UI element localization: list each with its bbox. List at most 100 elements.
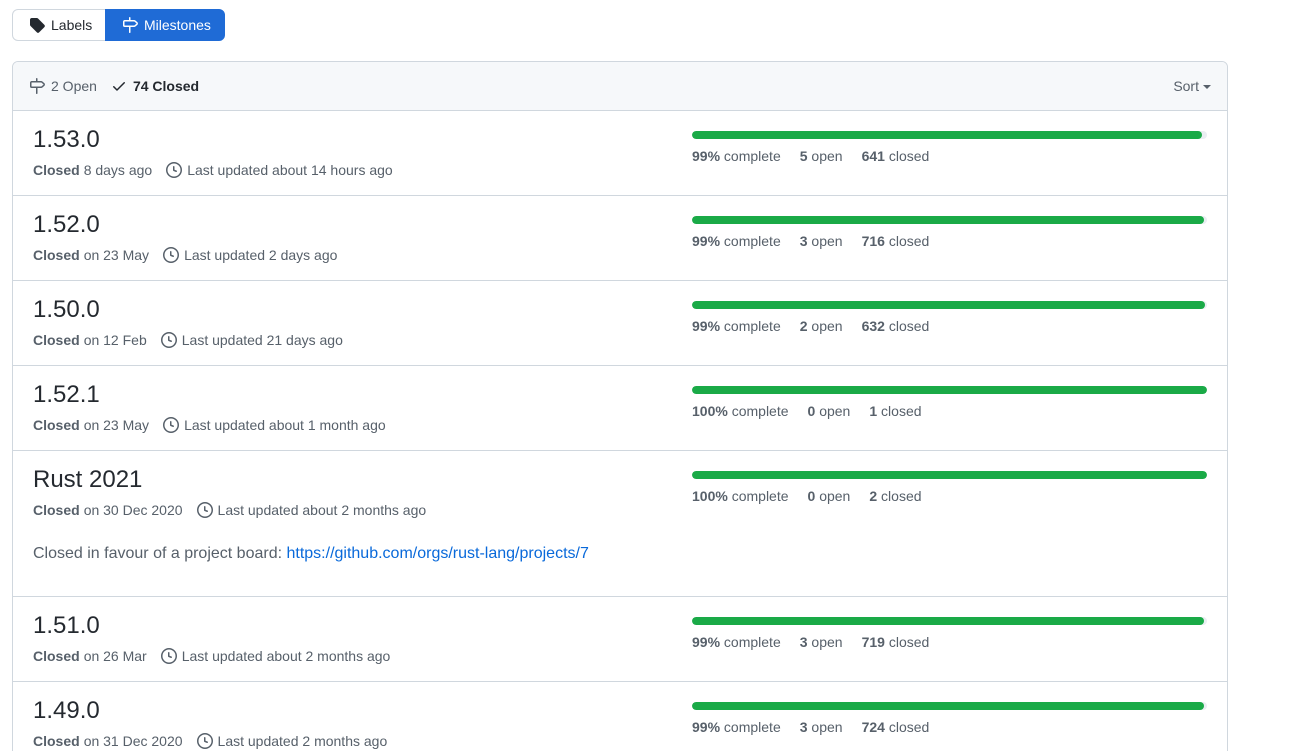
open-count: 3 — [799, 233, 808, 249]
percent-complete: 99% complete — [692, 148, 781, 164]
milestone-progress: 100% complete 0 open 1 closed — [692, 386, 1207, 419]
percent-value: 99% — [692, 148, 721, 164]
last-updated: Last updated 21 days ago — [160, 331, 343, 349]
last-updated-text: Last updated about 2 months ago — [181, 648, 391, 664]
progress-bar — [692, 131, 1207, 139]
check-icon — [112, 82, 125, 91]
open-issues-link[interactable]: 3 open — [800, 634, 843, 650]
milestone-meta: Closed on 26 Mar Last updated about 2 mo… — [33, 647, 390, 665]
last-updated-text: Last updated 21 days ago — [181, 332, 343, 348]
closed-issues-link[interactable]: 724 closed — [862, 719, 930, 735]
open-filter-link[interactable]: 2 Open — [29, 78, 97, 94]
milestones-tab[interactable]: Milestones — [105, 9, 225, 41]
milestone-progress: 99% complete 5 open 641 closed — [692, 131, 1207, 164]
open-issues-link[interactable]: 5 open — [800, 148, 843, 164]
open-count: 2 — [799, 318, 808, 334]
milestone-state: Closed — [33, 502, 80, 518]
progress-bar-fill — [692, 617, 1204, 625]
complete-label: complete — [731, 488, 789, 504]
open-label: open — [811, 148, 843, 164]
closed-label: closed — [888, 318, 930, 334]
project-board-link[interactable]: https://github.com/orgs/rust-lang/projec… — [286, 545, 588, 562]
milestone-stats: 99% complete 5 open 641 closed — [692, 148, 1207, 164]
clock-icon — [196, 502, 213, 518]
milestone-description: Closed in favour of a project board: htt… — [33, 545, 589, 563]
caret-down-icon — [1203, 85, 1211, 89]
percent-complete: 99% complete — [692, 634, 781, 650]
open-count: 5 — [799, 148, 808, 164]
closed-count: 716 — [861, 233, 885, 249]
last-updated-text: Last updated about 2 months ago — [217, 502, 427, 518]
last-updated: Last updated 2 months ago — [196, 732, 388, 750]
percent-value: 100% — [692, 403, 728, 419]
last-updated-text: Last updated 2 months ago — [217, 733, 388, 749]
open-issues-link[interactable]: 3 open — [800, 233, 843, 249]
last-updated: Last updated about 1 month ago — [163, 416, 386, 434]
milestone-title[interactable]: 1.51.0 — [33, 612, 100, 640]
milestone-stats: 99% complete 3 open 724 closed — [692, 719, 1207, 735]
milestone-meta: Closed on 23 May Last updated about 1 mo… — [33, 416, 386, 434]
milestone-state: Closed — [33, 332, 80, 348]
milestone-state: Closed — [33, 247, 80, 263]
closed-issues-link[interactable]: 632 closed — [862, 318, 930, 334]
closed-count: 719 — [861, 634, 885, 650]
percent-complete: 99% complete — [692, 719, 781, 735]
open-label: open — [811, 318, 843, 334]
last-updated-text: Last updated about 1 month ago — [184, 417, 386, 433]
milestone-title[interactable]: 1.50.0 — [33, 296, 100, 324]
milestone-meta: Closed on 12 Feb Last updated 21 days ag… — [33, 331, 343, 349]
milestone-progress: 99% complete 3 open 719 closed — [692, 617, 1207, 650]
clock-icon — [166, 162, 183, 178]
progress-bar — [692, 702, 1207, 710]
milestone-meta: Closed on 23 May Last updated 2 days ago — [33, 246, 337, 264]
complete-label: complete — [723, 318, 781, 334]
open-issues-link[interactable]: 0 open — [808, 403, 851, 419]
closed-count: 724 — [861, 719, 885, 735]
milestones-header: 2 Open 74 Closed Sort — [13, 62, 1227, 111]
milestone-item: 1.52.0 Closed on 23 May Last updated 2 d… — [13, 196, 1227, 281]
closed-issues-link[interactable]: 719 closed — [862, 634, 930, 650]
closed-count: 641 — [861, 148, 885, 164]
progress-bar-fill — [692, 131, 1202, 139]
milestone-title[interactable]: 1.52.1 — [33, 381, 100, 409]
milestone-title[interactable]: Rust 2021 — [33, 466, 142, 494]
closed-issues-link[interactable]: 641 closed — [862, 148, 930, 164]
closed-issues-link[interactable]: 716 closed — [862, 233, 930, 249]
closed-label: closed — [881, 488, 922, 504]
milestones-box: 2 Open 74 Closed Sort 1.53.0 Closed 8 da… — [12, 61, 1228, 751]
closed-label: closed — [888, 634, 930, 650]
open-issues-link[interactable]: 2 open — [800, 318, 843, 334]
closed-label: closed — [888, 233, 930, 249]
closed-label: closed — [888, 148, 930, 164]
milestone-state: Closed — [33, 162, 80, 178]
progress-bar — [692, 471, 1207, 479]
closed-issues-link[interactable]: 2 closed — [869, 488, 921, 504]
milestone-icon — [123, 17, 138, 33]
milestone-state: Closed — [33, 648, 80, 664]
labels-tab[interactable]: Labels — [12, 9, 106, 41]
milestone-item: 1.53.0 Closed 8 days ago Last updated ab… — [13, 111, 1227, 196]
open-issues-link[interactable]: 0 open — [808, 488, 851, 504]
milestone-title[interactable]: 1.49.0 — [33, 697, 100, 725]
complete-label: complete — [723, 233, 781, 249]
closed-filter-link[interactable]: 74 Closed — [111, 78, 199, 94]
sort-dropdown[interactable]: Sort — [1173, 62, 1211, 110]
clock-icon — [163, 417, 180, 433]
milestone-title[interactable]: 1.52.0 — [33, 211, 100, 239]
milestone-meta: Closed on 31 Dec 2020 Last updated 2 mon… — [33, 732, 387, 750]
open-issues-link[interactable]: 3 open — [800, 719, 843, 735]
percent-value: 100% — [692, 488, 728, 504]
milestone-item: 1.50.0 Closed on 12 Feb Last updated 21 … — [13, 281, 1227, 366]
open-label: open — [819, 488, 851, 504]
milestone-closed-date: on 26 Mar — [83, 648, 147, 664]
open-label: open — [811, 233, 843, 249]
closed-issues-link[interactable]: 1 closed — [869, 403, 921, 419]
labels-tab-label: Labels — [51, 17, 93, 33]
milestone-title[interactable]: 1.53.0 — [33, 126, 100, 154]
percent-value: 99% — [692, 719, 721, 735]
last-updated: Last updated about 2 months ago — [160, 647, 391, 665]
percent-value: 99% — [692, 233, 721, 249]
milestone-progress: 99% complete 2 open 632 closed — [692, 301, 1207, 334]
milestone-closed-date: on 31 Dec 2020 — [83, 733, 183, 749]
progress-bar-fill — [692, 216, 1205, 224]
